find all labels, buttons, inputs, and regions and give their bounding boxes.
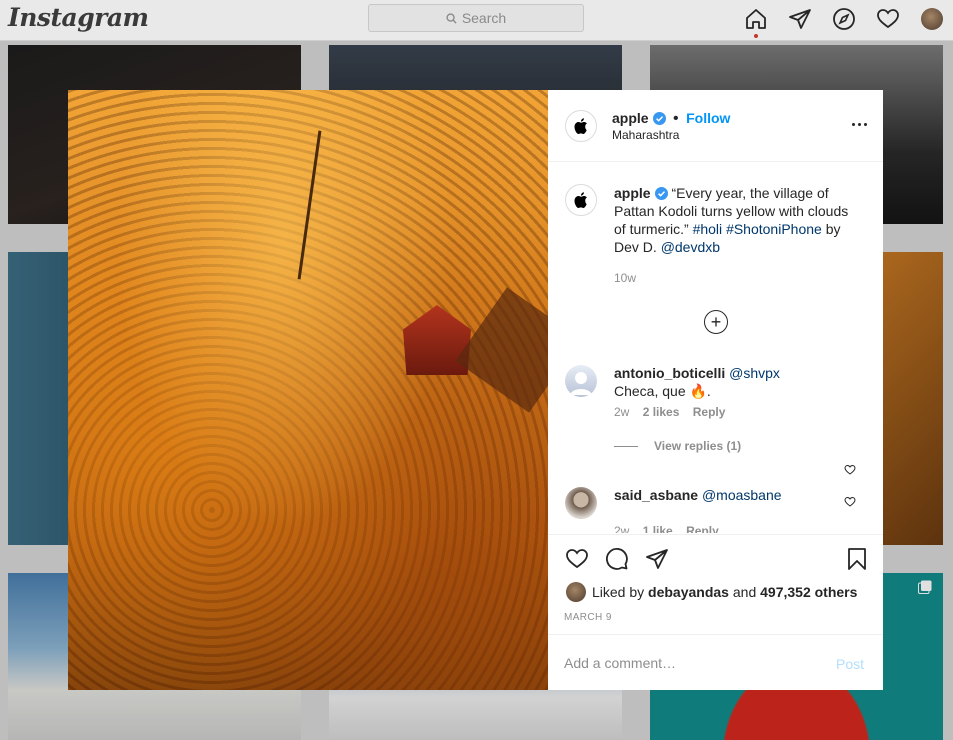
comment-body: Checa, que 🔥. [614, 383, 711, 399]
add-comment-bar: Post [548, 634, 883, 691]
hashtag-link[interactable]: #holi [693, 221, 723, 237]
commenter-avatar[interactable] [565, 487, 597, 519]
more-options-icon[interactable] [850, 123, 868, 126]
follow-button[interactable]: Follow [686, 110, 730, 126]
comment-meta: 2w 1 like Reply [614, 524, 729, 533]
likes-count[interactable]: 497,352 others [760, 584, 857, 600]
post-header: apple • Follow Maharashtra [548, 90, 883, 162]
liked-by-username[interactable]: debayandas [648, 584, 729, 600]
mention-link[interactable]: @devdxb [661, 239, 720, 255]
like-comment-heart-icon[interactable] [844, 464, 856, 476]
search-box[interactable]: Search [368, 4, 584, 32]
post-image[interactable] [68, 90, 548, 690]
post-date[interactable]: MARCH 9 [564, 612, 612, 623]
caption-username[interactable]: apple [614, 185, 651, 201]
save-bookmark-icon[interactable] [845, 547, 869, 571]
activity-heart-icon[interactable] [876, 7, 900, 31]
post-details-panel: apple • Follow Maharashtra apple “Every … [548, 90, 883, 690]
reply-button[interactable]: Reply [686, 524, 719, 533]
profile-avatar[interactable] [920, 7, 944, 31]
instagram-logo[interactable]: Instagram [8, 3, 149, 32]
mention-link[interactable]: @moasbane [702, 487, 782, 503]
comment-text: antonio_boticelli @shvpx Checa, que 🔥. [614, 364, 839, 400]
like-comment-heart-icon[interactable] [844, 496, 856, 508]
commenter-username[interactable]: antonio_boticelli [614, 365, 725, 381]
separator-dot: • [673, 110, 679, 127]
share-icon[interactable] [645, 547, 669, 571]
home-icon[interactable] [744, 7, 768, 31]
active-indicator-dot [754, 34, 758, 38]
nav-icons [744, 7, 944, 31]
add-comment-input[interactable] [564, 655, 804, 671]
hashtag-link[interactable]: #ShotoniPhone [726, 221, 822, 237]
like-heart-icon[interactable] [565, 547, 589, 571]
explore-icon[interactable] [832, 7, 856, 31]
comment-timestamp[interactable]: 2w [614, 405, 629, 419]
comment-bubble-icon[interactable] [605, 547, 629, 571]
liker-avatar[interactable] [566, 582, 586, 602]
comment-likes-count[interactable]: 2 likes [643, 405, 680, 419]
commenter-avatar[interactable] [565, 365, 597, 397]
liked-by-prefix: Liked by [592, 584, 645, 600]
caption-timestamp[interactable]: 10w [614, 271, 636, 285]
view-replies-button[interactable]: View replies (1) [614, 439, 741, 453]
verified-badge-icon [654, 187, 668, 200]
comments-scroll-area[interactable]: apple “Every year, the village of Pattan… [548, 162, 883, 533]
post-comment-button[interactable]: Post [836, 656, 864, 672]
search-placeholder: Search [461, 10, 507, 26]
comment-likes-count[interactable]: 1 like [643, 524, 673, 533]
top-nav-bar: Instagram Search [0, 0, 953, 41]
comment-text: said_asbane @moasbane [614, 486, 839, 504]
mention-link[interactable]: @shvpx [729, 365, 780, 381]
post-action-bar [548, 534, 883, 579]
reply-button[interactable]: Reply [693, 405, 726, 419]
caption-author-avatar[interactable] [565, 184, 597, 216]
apple-logo-icon [574, 192, 587, 208]
default-avatar-icon [570, 372, 592, 395]
author-avatar[interactable] [565, 110, 597, 142]
verified-badge-icon [652, 112, 666, 125]
apple-logo-icon [574, 118, 587, 134]
comment-timestamp[interactable]: 2w [614, 524, 629, 533]
post-location[interactable]: Maharashtra [612, 127, 730, 144]
commenter-username[interactable]: said_asbane [614, 487, 698, 503]
liked-by-and: and [732, 584, 757, 600]
author-username[interactable]: apple [612, 110, 649, 126]
search-icon [446, 12, 457, 24]
direct-messages-icon[interactable] [788, 7, 812, 31]
liked-by-summary: Liked by debayandas and 497,352 others [566, 582, 857, 602]
post-caption: apple “Every year, the village of Pattan… [614, 184, 859, 256]
load-more-comments-icon[interactable]: + [704, 310, 728, 334]
comment-meta: 2w 2 likes Reply [614, 405, 735, 419]
